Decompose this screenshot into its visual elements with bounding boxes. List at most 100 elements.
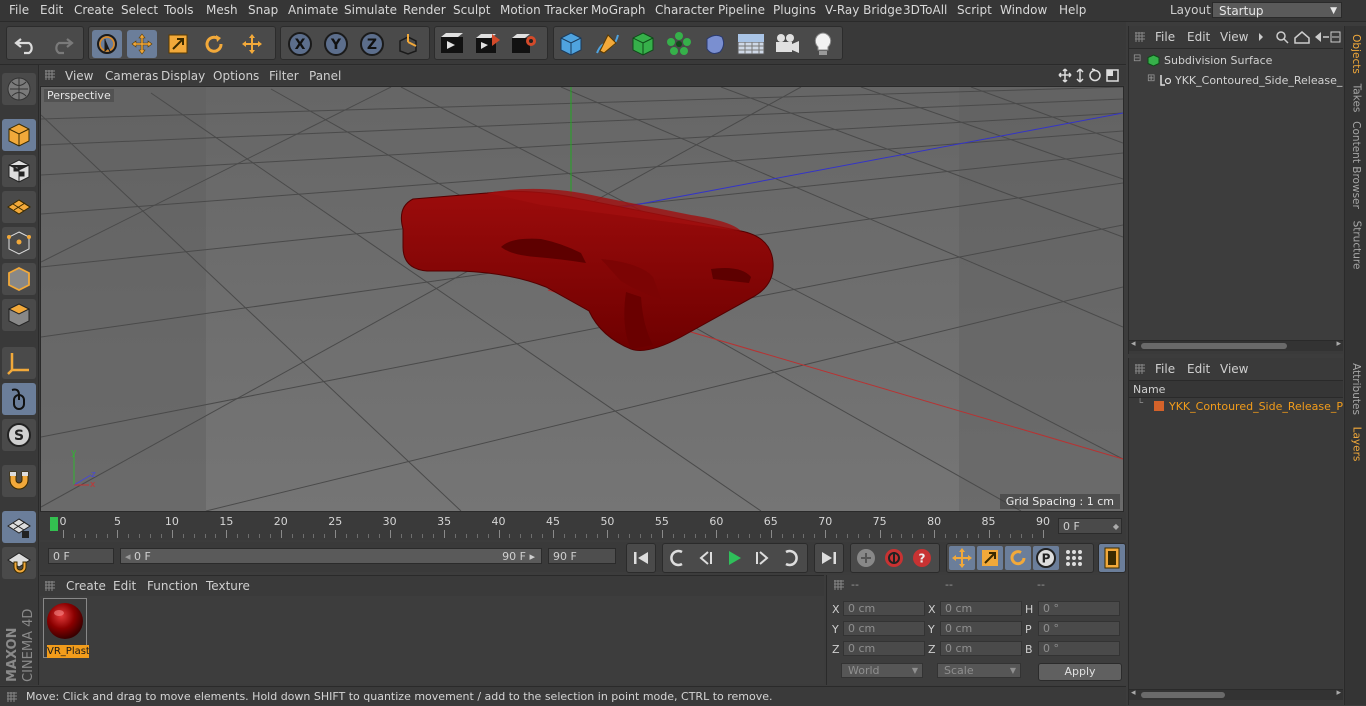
pen-spline-icon[interactable] (592, 30, 622, 58)
coord-rot-p-field[interactable]: 0 ° (1038, 621, 1120, 636)
workplane-mode-icon[interactable] (2, 191, 36, 223)
object-menu-edit[interactable]: Edit (1187, 30, 1210, 44)
menu-help[interactable]: Help (1059, 3, 1086, 17)
render-picture-viewer-icon[interactable] (473, 30, 503, 58)
key-pla-icon[interactable] (1061, 546, 1087, 570)
scale-icon[interactable] (163, 30, 193, 58)
timeline-ruler[interactable]: 0 5 10 15 20 25 30 35 40 45 50 55 60 65 70 75 80 85 90 (40, 512, 1126, 540)
menu-window[interactable]: Window (1000, 3, 1047, 17)
coord-mode-world-select[interactable]: World ▼ (841, 663, 923, 678)
coord-pos-y-field[interactable]: 0 cm (843, 621, 925, 636)
tree-item-subdivision-surface[interactable]: ⊟ Subdivision Surface (1129, 52, 1343, 70)
goto-start-icon[interactable] (628, 546, 654, 570)
light-icon[interactable] (808, 30, 838, 58)
scroll-right-icon[interactable]: ▸ (1336, 688, 1341, 698)
rotate-icon[interactable] (199, 30, 229, 58)
coord-size-z-field[interactable]: 0 cm (940, 641, 1022, 656)
subdivision-nurbs-icon[interactable] (628, 30, 658, 58)
menu-render[interactable]: Render (403, 3, 446, 17)
film-strip-icon[interactable] (1099, 546, 1125, 570)
menu-snap[interactable]: Snap (248, 3, 278, 17)
playhead-marker[interactable] (50, 517, 58, 531)
coord-mode-scale-select[interactable]: Scale ▼ (937, 663, 1021, 678)
grip-icon[interactable] (833, 579, 845, 591)
layer-menu-edit[interactable]: Edit (1187, 362, 1210, 376)
3d-viewport[interactable]: y z x Perspective Grid Spacing : 1 cm (40, 86, 1124, 512)
next-key-icon[interactable] (777, 546, 803, 570)
tab-layers[interactable]: Layers (1345, 422, 1366, 466)
material-menu-edit[interactable]: Edit (113, 579, 136, 593)
undo-icon[interactable] (11, 30, 41, 58)
layout-select[interactable]: Startup ▼ (1212, 2, 1342, 18)
object-manager-tool-icons[interactable] (1257, 30, 1341, 44)
material-menu-function[interactable]: Function (147, 579, 198, 593)
viewport-menu-view[interactable]: View (65, 69, 93, 83)
next-frame-icon[interactable] (749, 546, 775, 570)
cloner-icon[interactable] (664, 30, 694, 58)
world-coords-icon[interactable] (393, 30, 423, 58)
viewport-menu-cameras[interactable]: Cameras (105, 69, 158, 83)
z-axis-icon[interactable]: Z (357, 30, 387, 58)
menu-animate[interactable]: Animate (288, 3, 338, 17)
polygons-mode-icon[interactable] (2, 299, 36, 331)
record-key-icon[interactable] (881, 546, 907, 570)
menu-select[interactable]: Select (121, 3, 158, 17)
texture-mode-icon[interactable] (2, 155, 36, 187)
viewport-menu-options[interactable]: Options (213, 69, 259, 83)
snap-settings-icon[interactable] (2, 511, 36, 543)
tree-expand-icon[interactable]: ⊞ (1147, 73, 1155, 84)
tab-takes[interactable]: Takes (1345, 80, 1366, 116)
menu-vray-bridge[interactable]: V-Ray Bridge (825, 3, 902, 17)
tab-attributes[interactable]: Attributes (1345, 360, 1366, 418)
model-mode-icon[interactable] (2, 119, 36, 151)
range-left-arrow[interactable]: ◂ (125, 550, 131, 563)
cube-icon[interactable] (556, 30, 586, 58)
object-horizontal-scrollbar[interactable]: ◂ ▸ (1129, 339, 1343, 351)
object-menu-view[interactable]: View (1220, 30, 1248, 44)
y-axis-icon[interactable]: Y (321, 30, 351, 58)
move-icon[interactable] (127, 30, 157, 58)
grip-icon[interactable] (6, 691, 18, 703)
tab-objects[interactable]: Objects (1345, 30, 1366, 78)
menu-mesh[interactable]: Mesh (206, 3, 238, 17)
add-tool-icon[interactable] (237, 30, 267, 58)
layer-menu-file[interactable]: File (1155, 362, 1175, 376)
render-view-icon[interactable] (437, 30, 467, 58)
viewport-camera-label[interactable]: Perspective (44, 89, 114, 102)
scroll-thumb[interactable] (1141, 343, 1287, 349)
camera-icon[interactable] (772, 30, 802, 58)
points-mode-icon[interactable] (2, 227, 36, 259)
end-frame-field[interactable]: 90 F (548, 548, 616, 564)
menu-tools[interactable]: Tools (164, 3, 194, 17)
layer-color-swatch[interactable] (1154, 401, 1164, 411)
scroll-left-icon[interactable]: ◂ (1131, 339, 1136, 349)
menu-motion-tracker[interactable]: Motion Tracker (500, 3, 588, 17)
deformer-icon[interactable] (700, 30, 730, 58)
viewport-nav-icons[interactable] (1058, 68, 1120, 83)
redo-icon[interactable] (47, 30, 77, 58)
object-menu-file[interactable]: File (1155, 30, 1175, 44)
menu-mograph[interactable]: MoGraph (591, 3, 646, 17)
scroll-right-icon[interactable]: ▸ (1336, 339, 1341, 349)
scroll-left-icon[interactable]: ◂ (1131, 688, 1136, 698)
scroll-thumb[interactable] (1141, 692, 1225, 698)
menu-pipeline[interactable]: Pipeline (718, 3, 765, 17)
key-rotation-icon[interactable] (1005, 546, 1031, 570)
goto-end-icon[interactable] (816, 546, 842, 570)
preview-range-slider[interactable]: ◂ 0 F 90 F ▸ (120, 548, 542, 564)
edges-mode-icon[interactable] (2, 263, 36, 295)
key-scale-icon[interactable] (977, 546, 1003, 570)
snap-toggle-icon[interactable] (2, 547, 36, 579)
grip-icon[interactable] (1134, 31, 1146, 43)
viewport-menu-filter[interactable]: Filter (269, 69, 299, 83)
play-icon[interactable] (721, 546, 747, 570)
coord-pos-x-field[interactable]: 0 cm (843, 601, 925, 616)
enable-axis-icon[interactable] (2, 347, 36, 379)
layer-menu-view[interactable]: View (1220, 362, 1248, 376)
layer-column-name[interactable]: Name (1133, 383, 1165, 396)
menu-plugins[interactable]: Plugins (773, 3, 816, 17)
menu-create[interactable]: Create (74, 3, 114, 17)
menu-sculpt[interactable]: Sculpt (453, 3, 490, 17)
grip-icon[interactable] (44, 580, 56, 592)
coord-size-x-field[interactable]: 0 cm (940, 601, 1022, 616)
